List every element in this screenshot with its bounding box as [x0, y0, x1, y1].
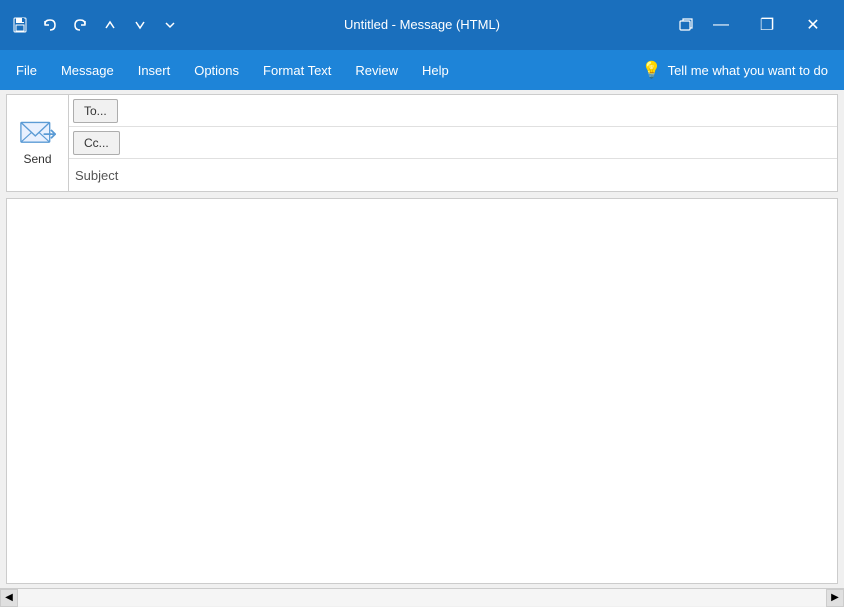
subject-label: Subject: [69, 164, 128, 187]
restore-button[interactable]: ❐: [744, 10, 790, 40]
title-bar-left: [8, 13, 182, 37]
send-envelope-icon: [20, 120, 56, 150]
scroll-track[interactable]: [18, 589, 826, 606]
menu-help[interactable]: Help: [410, 55, 461, 86]
menu-review[interactable]: Review: [343, 55, 410, 86]
cc-input[interactable]: [124, 131, 837, 154]
more-icon[interactable]: [158, 13, 182, 37]
menu-file[interactable]: File: [4, 55, 49, 86]
tell-me-text: Tell me what you want to do: [668, 63, 828, 78]
fields-area: Send To... Cc... Subject: [6, 94, 838, 192]
title-bar: Untitled - Message (HTML) — ❐ ✕: [0, 0, 844, 50]
send-panel[interactable]: Send: [7, 95, 69, 191]
save-icon[interactable]: [8, 13, 32, 37]
menu-options[interactable]: Options: [182, 55, 251, 86]
lightbulb-icon: 💡: [642, 60, 662, 80]
subject-input[interactable]: [128, 164, 837, 187]
horizontal-scrollbar: ◀ ▶: [0, 588, 844, 606]
window-title: Untitled - Message (HTML): [344, 17, 500, 32]
subject-field-row: Subject: [69, 159, 837, 191]
scroll-left-button[interactable]: ◀: [0, 589, 18, 607]
message-body-container: [6, 198, 838, 584]
menu-bar: File Message Insert Options Format Text …: [0, 50, 844, 90]
undo-icon[interactable]: [38, 13, 62, 37]
cc-field-row: Cc...: [69, 127, 837, 159]
message-body[interactable]: [7, 199, 837, 583]
to-input[interactable]: [122, 99, 837, 122]
scroll-right-button[interactable]: ▶: [826, 589, 844, 607]
down-icon[interactable]: [128, 13, 152, 37]
main-content: Send To... Cc... Subject: [0, 90, 844, 588]
up-icon[interactable]: [98, 13, 122, 37]
minimize-button[interactable]: —: [698, 10, 744, 40]
to-field-row: To...: [69, 95, 837, 127]
menu-insert[interactable]: Insert: [126, 55, 183, 86]
redo-icon[interactable]: [68, 13, 92, 37]
window-controls: — ❐ ✕: [674, 10, 836, 40]
menu-message[interactable]: Message: [49, 55, 126, 86]
email-fields: To... Cc... Subject: [69, 95, 837, 191]
cc-button[interactable]: Cc...: [73, 131, 120, 155]
to-button[interactable]: To...: [73, 99, 118, 123]
menu-format-text[interactable]: Format Text: [251, 55, 343, 86]
send-label: Send: [23, 152, 51, 166]
restore-popout-icon[interactable]: [674, 13, 698, 37]
tell-me-bar[interactable]: 💡 Tell me what you want to do: [630, 60, 840, 80]
close-button[interactable]: ✕: [790, 10, 836, 40]
